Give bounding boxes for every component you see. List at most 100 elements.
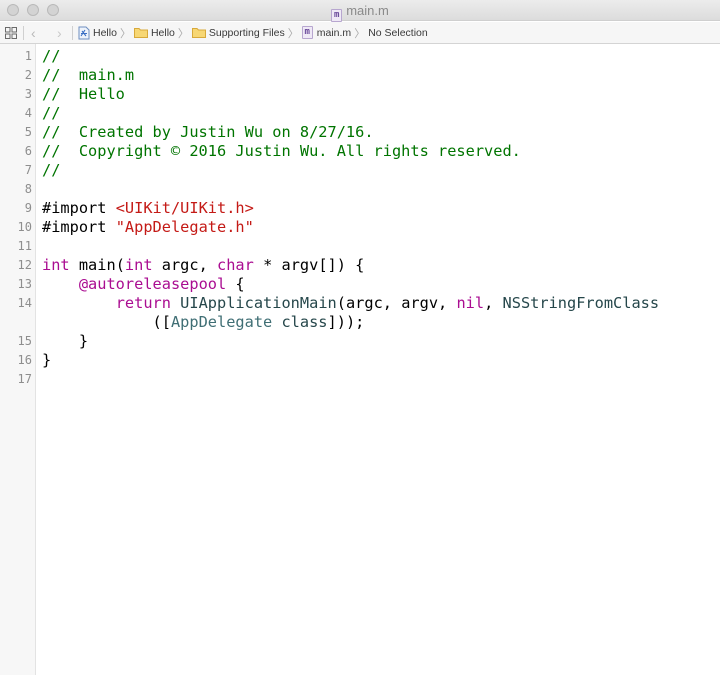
code-token: UIApplicationMain <box>180 294 337 312</box>
code-token: @autoreleasepool <box>78 275 227 293</box>
code-token: // <box>42 161 61 179</box>
code-line[interactable]: 12 int main(int argc, char * argv[]) { <box>0 256 720 275</box>
code-token: argc, <box>152 256 218 274</box>
breadcrumb-label: No Selection <box>368 26 428 39</box>
line-number: 14 <box>17 296 32 310</box>
code-token: } <box>42 351 52 369</box>
breadcrumb-item-project[interactable]: Hello 〉 <box>78 25 134 41</box>
code-token: #import <box>42 218 116 236</box>
code-line[interactable]: 3 // Hello <box>0 85 720 104</box>
code-token: int <box>42 256 70 274</box>
code-token: // Hello <box>42 85 125 103</box>
jump-bar: ‹ › Hello 〉 Hello 〉 Supporting Files 〉 m… <box>0 22 720 44</box>
code-token: ])); <box>327 313 365 331</box>
code-line[interactable]: 1 // <box>0 47 720 66</box>
code-area[interactable]: 1 // 2 // main.m 3 // Hello 4 // 5 // Created by … <box>0 47 720 389</box>
line-number: 13 <box>17 277 32 291</box>
code-line-text: // Copyright © 2016 Justin Wu. All right… <box>42 142 521 161</box>
code-line-text: @autoreleasepool { <box>42 275 245 294</box>
code-line-text: ([AppDelegate class])); <box>42 313 365 332</box>
code-line[interactable]: 8 <box>0 180 720 199</box>
code-token: , <box>484 294 503 312</box>
code-line[interactable]: ([AppDelegate class])); <box>0 313 720 332</box>
source-editor[interactable]: 1 // 2 // main.m 3 // Hello 4 // 5 // Created by … <box>0 44 720 675</box>
line-number: 7 <box>24 163 32 177</box>
code-token: return <box>115 294 171 312</box>
window-title-text: main.m <box>346 3 389 18</box>
code-line-text: return UIApplicationMain(argc, argv, nil… <box>42 294 659 313</box>
breadcrumb-label: Hello <box>150 26 175 39</box>
line-number: 6 <box>24 144 32 158</box>
code-line[interactable]: 5 // Created by Justin Wu on 8/27/16. <box>0 123 720 142</box>
breadcrumb-item-main-m[interactable]: m main.m 〉 <box>301 25 368 41</box>
navigate-back-chevron-icon[interactable]: ‹ <box>31 22 36 43</box>
line-number: 8 <box>24 182 32 196</box>
line-number: 4 <box>24 106 32 120</box>
line-number: 3 <box>24 87 32 101</box>
code-line-text: // <box>42 47 60 66</box>
objc-m-file-icon: m <box>301 26 313 39</box>
code-line[interactable]: 15 } <box>0 332 720 351</box>
code-token: // main.m <box>42 66 135 84</box>
line-number: 15 <box>17 334 32 348</box>
folder-icon <box>133 28 148 38</box>
chevron-right-icon: 〉 <box>119 27 131 40</box>
code-line[interactable]: 9 #import <UIKit/UIKit.h> <box>0 199 720 218</box>
title-bar: m main.m <box>0 0 720 22</box>
breadcrumb: Hello 〉 Hello 〉 Supporting Files 〉 m mai… <box>78 22 428 43</box>
line-number: 1 <box>24 49 32 63</box>
xcode-project-icon <box>78 26 90 39</box>
code-line[interactable]: 10 #import "AppDelegate.h" <box>0 218 720 237</box>
jumpbar-divider <box>72 26 73 40</box>
code-token: { <box>226 275 245 293</box>
code-line-text: // Created by Justin Wu on 8/27/16. <box>42 123 374 142</box>
code-line-text: // <box>42 161 60 180</box>
code-token: char <box>217 256 254 274</box>
code-token: (argc, argv, <box>336 294 457 312</box>
code-token: ([ <box>42 313 171 331</box>
code-line[interactable]: 13 @autoreleasepool { <box>0 275 720 294</box>
chevron-right-icon: 〉 <box>354 27 366 40</box>
code-line-text: } <box>42 351 51 370</box>
chevron-right-icon: 〉 <box>177 27 189 40</box>
objc-m-file-icon: m <box>331 9 343 22</box>
breadcrumb-item-no-selection[interactable]: No Selection <box>368 27 428 39</box>
code-token: NSStringFromClass <box>502 294 660 312</box>
line-number: 12 <box>17 258 32 272</box>
code-line-text: #import <UIKit/UIKit.h> <box>42 199 254 218</box>
code-token: nil <box>456 294 485 312</box>
line-number: 11 <box>17 239 32 253</box>
code-line-text: } <box>42 332 88 351</box>
chevron-right-icon: 〉 <box>287 27 299 40</box>
breadcrumb-label: main.m <box>316 26 352 39</box>
code-token: // Copyright © 2016 Justin Wu. All right… <box>42 142 521 160</box>
xcode-editor-window: m main.m ‹ › Hello 〉 Hello 〉 Supporting … <box>0 0 720 675</box>
code-token: // <box>42 104 61 122</box>
line-number: 9 <box>24 201 32 215</box>
code-token: } <box>42 332 89 350</box>
breadcrumb-item-group-hello[interactable]: Hello 〉 <box>133 25 192 41</box>
code-token: #import <box>42 199 116 217</box>
code-line[interactable]: 6 // Copyright © 2016 Justin Wu. All righ… <box>0 142 720 161</box>
code-token: // <box>42 47 61 65</box>
code-line-text: int main(int argc, char * argv[]) { <box>42 256 364 275</box>
related-items-grid-icon[interactable] <box>5 22 17 43</box>
code-line-text: // main.m <box>42 66 134 85</box>
code-line[interactable]: 11 <box>0 237 720 256</box>
code-token: <UIKit/UIKit.h> <box>115 199 254 217</box>
code-line[interactable]: 16} <box>0 351 720 370</box>
code-token: * argv[]) { <box>253 256 365 274</box>
code-line[interactable]: 2 // main.m <box>0 66 720 85</box>
jumpbar-divider <box>23 26 24 40</box>
code-token: int <box>124 256 153 274</box>
code-line[interactable]: 7 // <box>0 161 720 180</box>
line-number: 16 <box>17 353 32 367</box>
code-line[interactable]: 17 <box>0 370 720 389</box>
navigate-forward-chevron-icon[interactable]: › <box>57 22 62 43</box>
code-line[interactable]: 14 return UIApplicationMain(argc, argv, … <box>0 294 720 313</box>
breadcrumb-label: Hello <box>93 26 117 39</box>
breadcrumb-item-supporting-files[interactable]: Supporting Files 〉 <box>191 25 302 41</box>
code-line[interactable]: 4 // <box>0 104 720 123</box>
